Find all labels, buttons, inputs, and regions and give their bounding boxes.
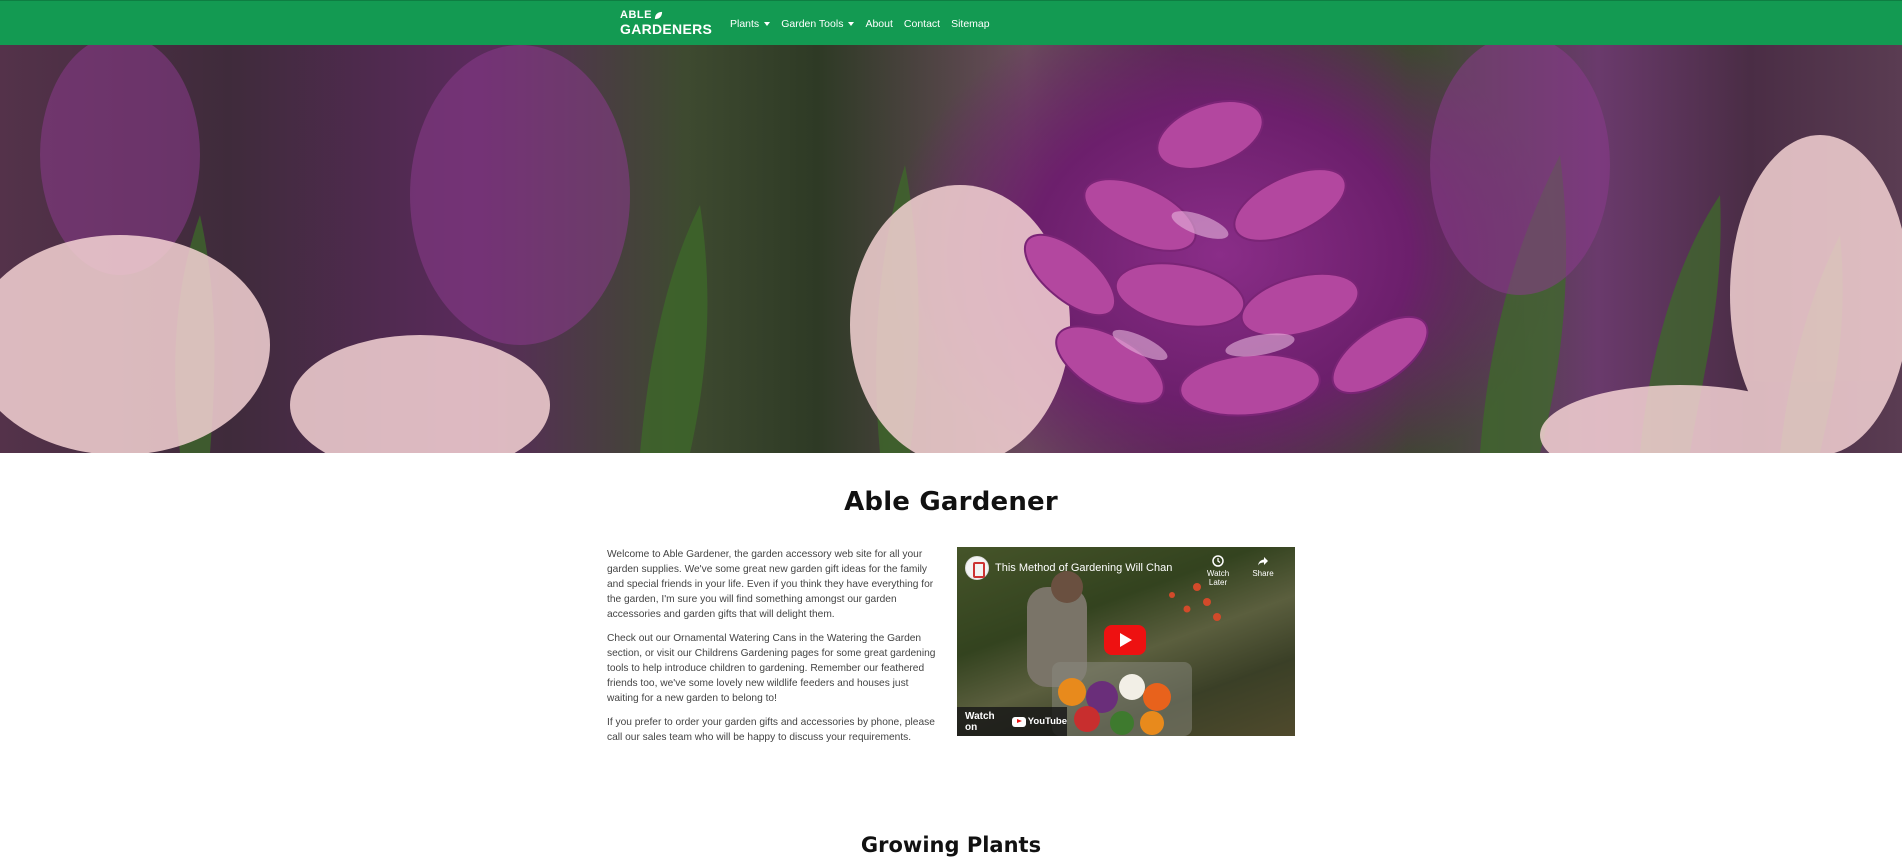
nav-item-garden-tools[interactable]: Garden Tools xyxy=(781,18,860,30)
intro-paragraph: If you prefer to order your garden gifts… xyxy=(607,717,935,743)
hero-image-flowers xyxy=(0,45,1902,453)
share-label: Share xyxy=(1252,569,1274,578)
share-icon xyxy=(1258,557,1268,566)
caret-down-icon xyxy=(764,21,771,26)
watch-on-label: Watch on xyxy=(965,710,995,733)
nav-label: About xyxy=(865,17,893,30)
intro-paragraph: Welcome to Able Gardener, the garden acc… xyxy=(607,549,934,620)
hyacinth-illustration xyxy=(0,45,1902,453)
watch-on-youtube-button[interactable]: Watch on YouTube xyxy=(957,707,1067,736)
nav-label: Garden Tools xyxy=(781,17,844,30)
logo-line1: ABLE xyxy=(620,9,652,21)
intro-paragraph: Check out our Ornamental Watering Cans i… xyxy=(607,633,936,704)
nav-item-contact[interactable]: Contact xyxy=(904,18,946,30)
section-title-growing-plants: Growing Plants xyxy=(860,833,1042,857)
nav-label: Plants xyxy=(730,17,760,30)
youtube-embed[interactable]: This Method of Gardening Will Chan Watch… xyxy=(957,547,1295,736)
page-title: Able Gardener xyxy=(844,487,1058,517)
youtube-wordmark: YouTube xyxy=(1027,716,1067,727)
leaf-icon xyxy=(654,11,663,20)
play-button[interactable] xyxy=(1104,625,1146,655)
nav-item-sitemap[interactable]: Sitemap xyxy=(951,18,996,30)
channel-avatar[interactable] xyxy=(965,556,989,580)
site-header: ABLE GARDENERS Plants Garden Tools About… xyxy=(0,0,1902,45)
watch-later-button[interactable]: Watch Later xyxy=(1198,555,1238,587)
nav-label: Contact xyxy=(903,17,941,30)
caret-down-icon xyxy=(848,21,855,26)
site-logo[interactable]: ABLE GARDENERS xyxy=(620,9,713,38)
youtube-icon xyxy=(1011,716,1026,727)
clock-icon xyxy=(1212,555,1224,567)
intro-text: Welcome to Able Gardener, the garden acc… xyxy=(607,547,941,754)
nav-item-about[interactable]: About xyxy=(865,18,898,30)
logo-line2: GARDENERS xyxy=(620,21,713,37)
nav-label: Sitemap xyxy=(951,17,990,30)
nav-item-plants[interactable]: Plants xyxy=(730,18,776,30)
video-title[interactable]: This Method of Gardening Will Chan xyxy=(995,562,1185,574)
watch-later-label: Watch Later xyxy=(1206,569,1230,587)
share-button[interactable]: Share xyxy=(1243,555,1283,578)
main-nav: Plants Garden Tools About Contact Sitema… xyxy=(730,1,1001,46)
youtube-logo: YouTube xyxy=(1011,716,1067,727)
